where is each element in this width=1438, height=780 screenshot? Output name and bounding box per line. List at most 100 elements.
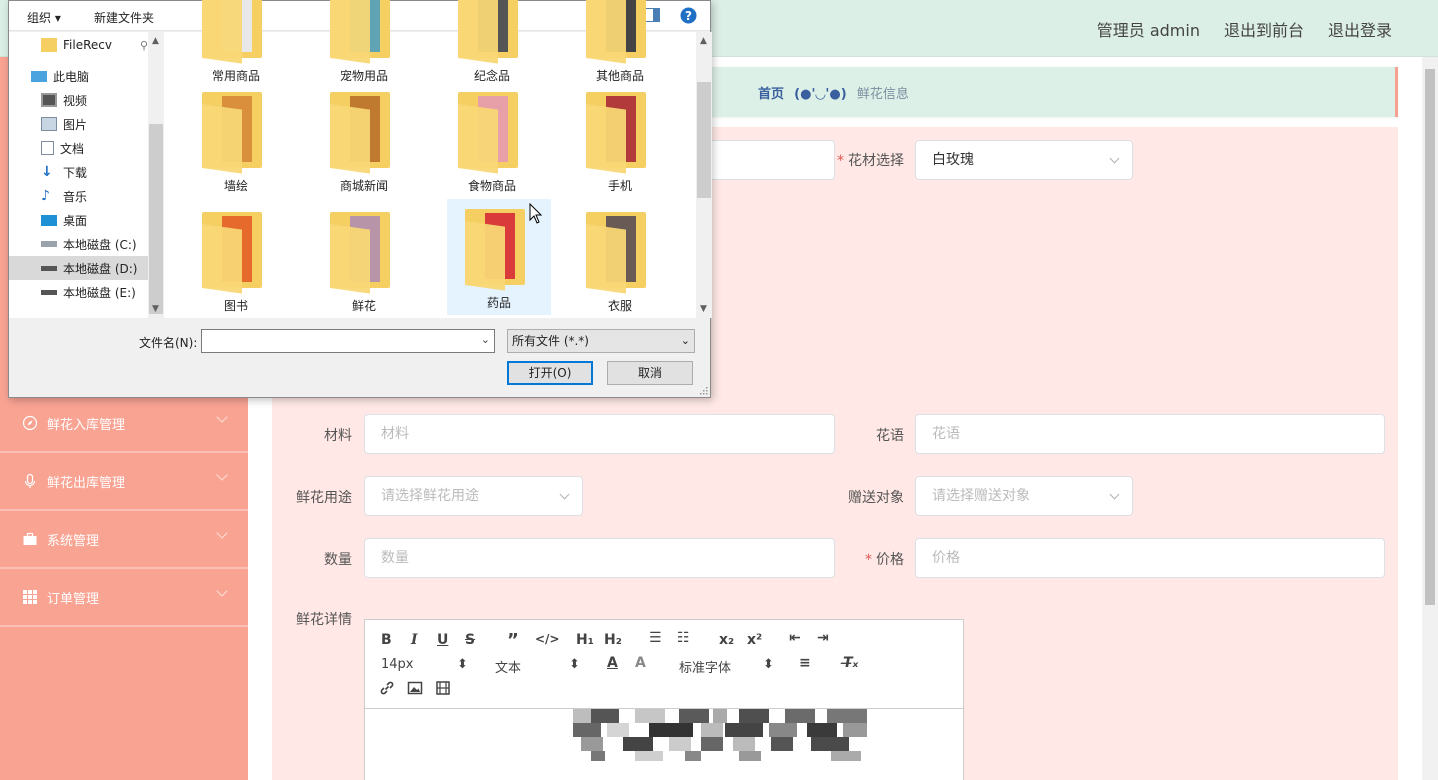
material-input[interactable]: 材料 bbox=[364, 414, 835, 454]
sidebar-item-system[interactable]: 系统管理 bbox=[0, 511, 248, 569]
heading1-icon[interactable]: H₁ bbox=[576, 632, 594, 648]
material-select[interactable]: 白玫瑰 bbox=[915, 140, 1133, 180]
font-color-icon[interactable]: A bbox=[607, 655, 618, 671]
folder-item[interactable]: 宠物用品 bbox=[312, 0, 416, 88]
sidebar-item-label: 鲜花出库管理 bbox=[47, 475, 126, 491]
picture-icon bbox=[41, 117, 57, 131]
nav-item-drive-c[interactable]: 本地磁盘 (C:) bbox=[41, 232, 148, 256]
font-size-arrows-icon: ⬍ bbox=[457, 657, 468, 672]
resize-grip-icon[interactable] bbox=[698, 385, 708, 395]
sidebar-item-outbound[interactable]: 鲜花出库管理 bbox=[0, 453, 248, 511]
sidebar-item-orders[interactable]: 订单管理 bbox=[0, 569, 248, 627]
ordered-list-icon[interactable]: ☰ bbox=[649, 630, 662, 646]
folder-item[interactable]: 图书 bbox=[184, 202, 288, 318]
scrollbar-thumb[interactable] bbox=[149, 124, 163, 314]
heading2-icon[interactable]: H₂ bbox=[604, 632, 622, 648]
nav-item-video[interactable]: 视频 bbox=[41, 88, 148, 112]
video-icon[interactable] bbox=[435, 680, 451, 700]
nav-scrollbar[interactable]: ▲ ▼ bbox=[148, 32, 164, 318]
font-size-select[interactable]: 14px bbox=[381, 657, 414, 672]
open-button[interactable]: 打开(O) bbox=[507, 361, 593, 385]
folder-item[interactable]: 常用商品 bbox=[184, 0, 288, 88]
image-icon[interactable] bbox=[407, 680, 423, 700]
nav-item-drive-e[interactable]: 本地磁盘 (E:) bbox=[41, 280, 148, 304]
mouse-cursor-icon bbox=[529, 203, 543, 224]
filename-label: 文件名(N): bbox=[139, 336, 198, 350]
usage-select[interactable]: 请选择鲜花用途 bbox=[364, 476, 583, 516]
breadcrumb-home[interactable]: 首页 bbox=[758, 87, 784, 102]
nav-item-documents[interactable]: 文档 bbox=[41, 136, 148, 160]
scroll-down-icon[interactable]: ▼ bbox=[700, 304, 707, 314]
flower-language-input[interactable]: 花语 bbox=[915, 414, 1385, 454]
link-icon[interactable] bbox=[379, 680, 395, 700]
new-folder-button[interactable]: 新建文件夹 bbox=[94, 9, 154, 26]
nav-item-pictures[interactable]: 图片 bbox=[41, 112, 148, 136]
scrollbar-thumb[interactable] bbox=[697, 82, 711, 198]
italic-icon[interactable]: I bbox=[411, 632, 418, 648]
organize-button[interactable]: 组织 ▾ bbox=[27, 9, 61, 26]
recipient-select[interactable]: 请选择赠送对象 bbox=[915, 476, 1133, 516]
folder-item[interactable]: 墙绘 bbox=[184, 82, 288, 198]
outdent-icon[interactable]: ⇤ bbox=[789, 630, 801, 646]
nav-item-music[interactable]: ♪ 音乐 bbox=[41, 184, 148, 208]
admin-label[interactable]: 管理员 admin bbox=[1097, 17, 1200, 41]
nav-item-filerecv[interactable]: FileRecv ⚲ bbox=[41, 33, 148, 57]
microphone-icon bbox=[22, 473, 38, 489]
quantity-label: 数量 bbox=[324, 552, 352, 568]
strike-icon[interactable]: S bbox=[465, 632, 475, 648]
price-input[interactable]: 价格 bbox=[915, 538, 1385, 578]
indent-icon[interactable]: ⇥ bbox=[817, 630, 829, 646]
quantity-input[interactable]: 数量 bbox=[364, 538, 835, 578]
align-icon[interactable]: ≡ bbox=[799, 655, 811, 671]
nav-item-this-pc[interactable]: 此电脑 bbox=[31, 64, 148, 88]
blockquote-icon[interactable]: ” bbox=[507, 630, 519, 651]
file-list: 常用商品 宠物用品 纪念品 其他商品 墙绘 商城新闻 食物商品 手机 图书 鲜花… bbox=[164, 0, 696, 318]
partial-input[interactable] bbox=[700, 140, 835, 180]
superscript-icon[interactable]: x² bbox=[747, 632, 762, 648]
chevron-down-icon[interactable]: ⌄ bbox=[481, 333, 490, 346]
nav-item-drive-d[interactable]: 本地磁盘 (D:) bbox=[9, 256, 148, 280]
scroll-down-icon[interactable]: ▼ bbox=[152, 304, 159, 314]
video-icon bbox=[41, 93, 57, 107]
font-family-select[interactable]: 标准字体 bbox=[679, 657, 731, 676]
sidebar-item-inbound[interactable]: 鲜花入库管理 bbox=[0, 395, 248, 453]
folder-item[interactable]: 衣服 bbox=[568, 202, 672, 318]
back-to-front-link[interactable]: 退出到前台 bbox=[1224, 17, 1304, 41]
bold-icon[interactable]: B bbox=[381, 632, 392, 648]
chevron-down-icon bbox=[1109, 153, 1120, 164]
clear-format-icon[interactable]: T̶ₓ bbox=[843, 655, 858, 671]
help-icon[interactable]: ? bbox=[680, 7, 697, 27]
block-type-select[interactable]: 文本 bbox=[495, 657, 521, 676]
background-color-icon[interactable]: A bbox=[635, 655, 646, 671]
cancel-button[interactable]: 取消 bbox=[607, 361, 693, 385]
chevron-down-icon bbox=[1109, 489, 1120, 500]
subscript-icon[interactable]: x₂ bbox=[719, 632, 734, 648]
folder-item[interactable]: 商城新闻 bbox=[312, 82, 416, 198]
nav-item-desktop[interactable]: 桌面 bbox=[41, 208, 148, 232]
computer-icon bbox=[31, 70, 47, 82]
scroll-up-icon[interactable]: ▲ bbox=[152, 36, 159, 46]
code-icon[interactable]: </> bbox=[535, 632, 560, 646]
logout-link[interactable]: 退出登录 bbox=[1328, 17, 1392, 41]
main-scrollbar[interactable] bbox=[1422, 57, 1438, 780]
folder-item[interactable]: 其他商品 bbox=[568, 0, 672, 88]
editor-toolbar: B I U S ” </> H₁ H₂ ☰ ☷ x₂ x² ⇤ ⇥ 14px ⬍… bbox=[365, 620, 963, 709]
filename-input[interactable]: ⌄ bbox=[201, 329, 495, 353]
files-scrollbar[interactable]: ▲ ▼ bbox=[696, 32, 712, 318]
bullet-list-icon[interactable]: ☷ bbox=[677, 630, 690, 646]
rich-text-editor[interactable]: B I U S ” </> H₁ H₂ ☰ ☷ x₂ x² ⇤ ⇥ 14px ⬍… bbox=[364, 619, 964, 780]
pin-icon: ⚲ bbox=[139, 38, 148, 52]
file-type-select[interactable]: 所有文件 (*.*) ⌄ bbox=[507, 329, 695, 353]
sidebar-item-label: 订单管理 bbox=[47, 591, 100, 607]
folder-item[interactable]: 纪念品 bbox=[440, 0, 544, 88]
compass-icon bbox=[22, 415, 38, 431]
folder-item[interactable]: 食物商品 bbox=[440, 82, 544, 198]
drive-icon bbox=[41, 289, 57, 295]
scroll-up-icon[interactable]: ▲ bbox=[700, 36, 707, 46]
folder-item[interactable]: 鲜花 bbox=[312, 202, 416, 318]
folder-item[interactable]: 手机 bbox=[568, 82, 672, 198]
underline-icon[interactable]: U bbox=[437, 632, 448, 648]
scrollbar-thumb[interactable] bbox=[1425, 69, 1435, 605]
nav-item-downloads[interactable]: ↓ 下载 bbox=[41, 160, 148, 184]
chevron-down-icon: ⌄ bbox=[680, 334, 690, 347]
